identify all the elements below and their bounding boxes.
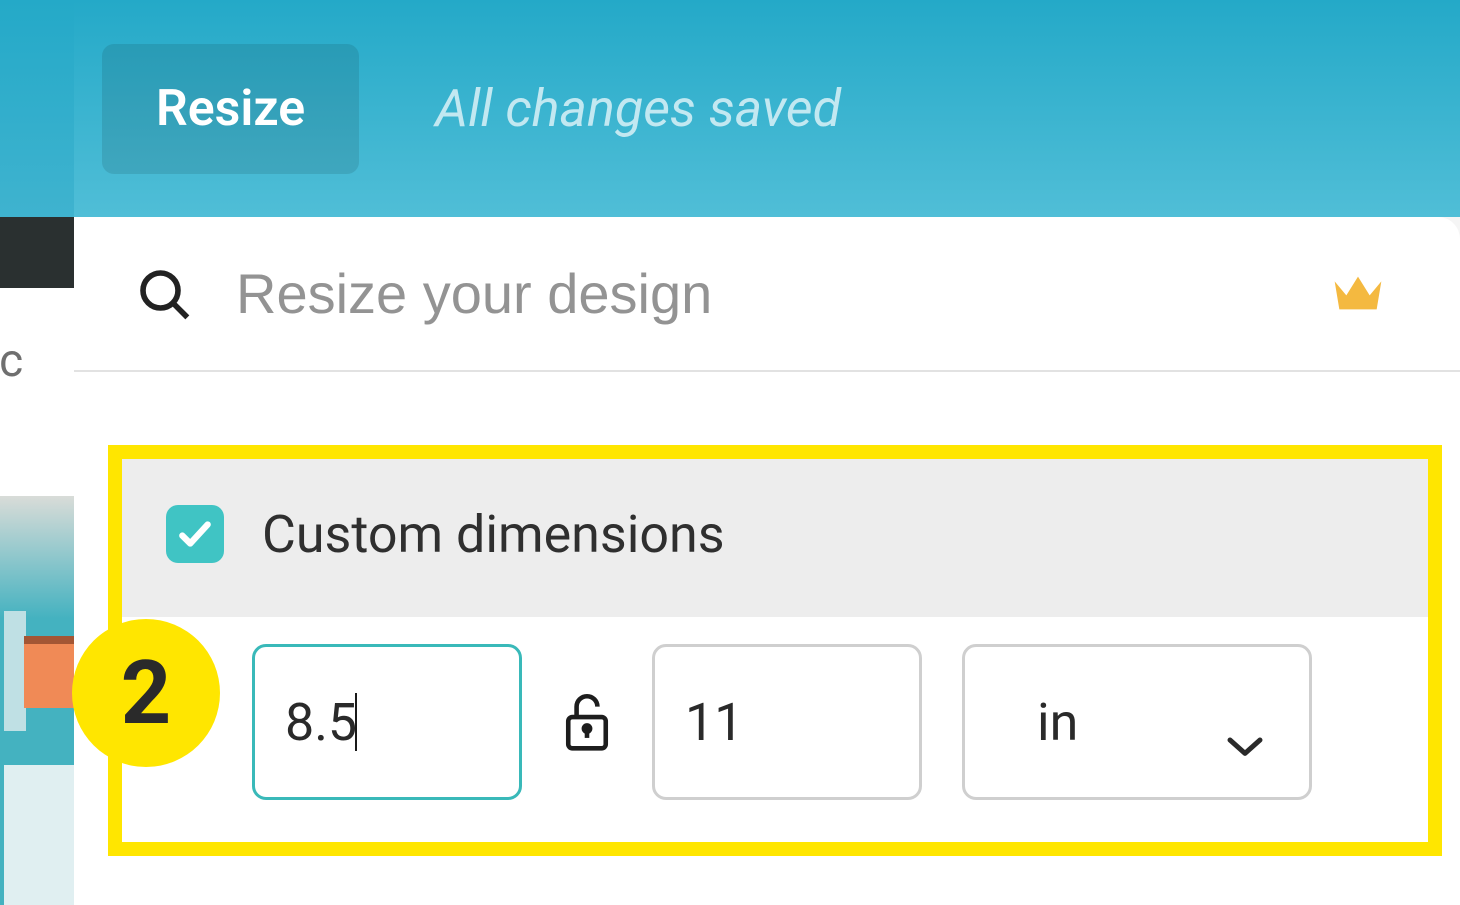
- top-toolbar: Resize All changes saved: [74, 0, 1460, 217]
- unit-value: in: [1037, 692, 1078, 753]
- obscured-shape: [4, 611, 26, 731]
- search-row: [74, 217, 1460, 372]
- custom-dimensions-checkbox[interactable]: [166, 505, 224, 563]
- obscured-dark-strip: [0, 217, 74, 288]
- height-input[interactable]: 11: [652, 644, 922, 800]
- check-icon: [176, 515, 214, 553]
- width-input[interactable]: 8.5: [252, 644, 522, 800]
- crown-icon: [1330, 272, 1386, 316]
- resize-dropdown-panel: 2 Custom dimensions 8.5: [74, 217, 1460, 905]
- unit-select[interactable]: in: [962, 644, 1312, 800]
- save-status-text: All changes saved: [435, 78, 841, 139]
- obscured-white-strip: rc: [0, 288, 74, 496]
- width-value: 8.5: [285, 692, 357, 753]
- custom-dimensions-label: Custom dimensions: [262, 504, 725, 565]
- annotation-step-badge: 2: [72, 619, 220, 767]
- height-value: 11: [685, 692, 743, 753]
- obscured-shape: [24, 636, 74, 708]
- dimensions-input-row: 8.5 11: [122, 617, 1428, 827]
- obscured-header-strip: [0, 0, 74, 217]
- resize-button[interactable]: Resize: [102, 44, 359, 174]
- resize-search-input[interactable]: [236, 261, 1286, 326]
- obscured-text: rc: [0, 334, 23, 388]
- search-icon: [136, 266, 192, 322]
- obscured-canvas-strip: [0, 496, 74, 905]
- lock-open-icon[interactable]: [562, 690, 612, 754]
- text-cursor: [355, 693, 357, 751]
- sidebar-obscured: rc: [0, 0, 74, 905]
- annotation-highlight: 2 Custom dimensions 8.5: [108, 445, 1442, 856]
- custom-dimensions-row[interactable]: Custom dimensions: [122, 459, 1428, 617]
- obscured-shape: [4, 765, 74, 905]
- chevron-down-icon: [1225, 710, 1265, 734]
